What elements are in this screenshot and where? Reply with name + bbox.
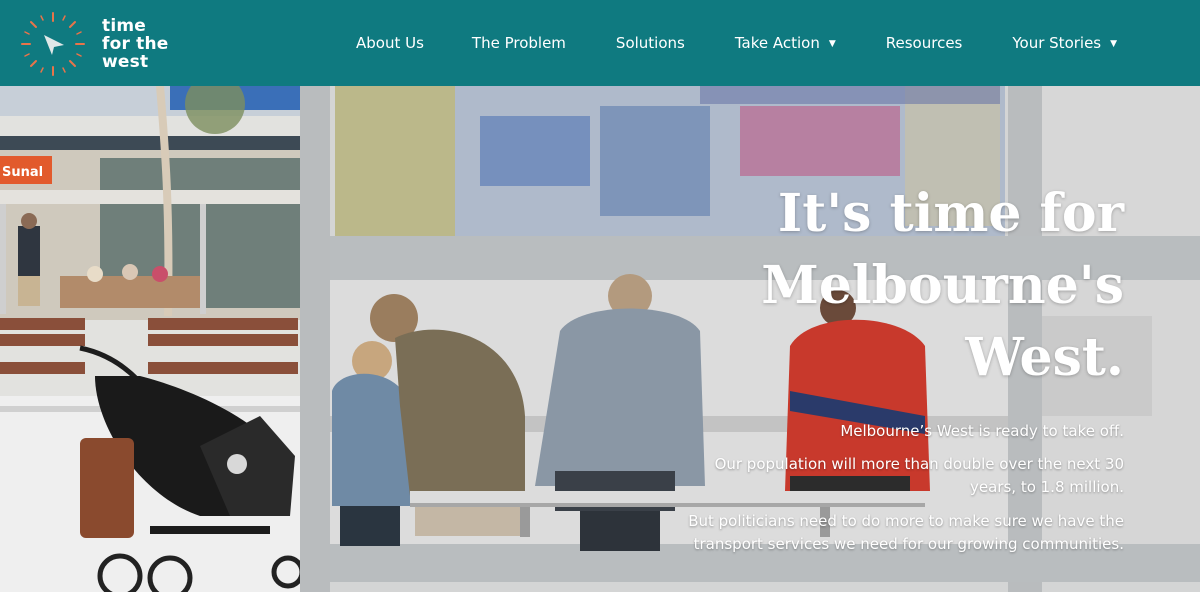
main-nav: About Us The Problem Solutions Take Acti…: [356, 0, 1117, 86]
brand-name-line-1: time: [102, 16, 146, 36]
nav-your-stories[interactable]: Your Stories ▼: [1012, 34, 1117, 52]
chevron-down-icon: ▼: [828, 38, 836, 49]
hero-headline: It's time for Melbourne's West.: [761, 178, 1124, 394]
nav-the-problem[interactable]: The Problem: [472, 34, 566, 52]
hero-paragraph-2: Our population will more than double ove…: [714, 455, 1124, 496]
shop-sign-text: Sunal: [2, 165, 43, 180]
compass-clock-icon: [21, 12, 85, 76]
site-logo[interactable]: time for the west: [18, 9, 169, 79]
brand-name: time for the west: [102, 17, 169, 71]
nav-solutions-label: Solutions: [615, 34, 685, 52]
nav-take-action[interactable]: Take Action ▼: [735, 34, 836, 52]
hero-headline-line-3: West.: [965, 327, 1124, 388]
hero-headline-line-2: Melbourne's: [761, 255, 1124, 316]
nav-take-action-label: Take Action: [734, 34, 820, 52]
chevron-down-icon: ▼: [1110, 38, 1118, 49]
nav-about-us[interactable]: About Us: [356, 34, 424, 52]
nav-resources[interactable]: Resources: [886, 34, 963, 52]
nav-resources-label: Resources: [885, 34, 963, 52]
hero-headline-line-1: It's time for: [777, 183, 1124, 244]
nav-about-us-label: About Us: [356, 34, 424, 52]
nav-your-stories-label: Your Stories: [1012, 34, 1102, 52]
nav-the-problem-label: The Problem: [471, 34, 566, 52]
hero-section: Sunal It's time for Melbourne's West. Me…: [0, 86, 1200, 592]
hero-paragraph-3: But politicians need to do more to make …: [688, 512, 1124, 553]
brand-name-line-3: west: [102, 52, 149, 72]
nav-solutions[interactable]: Solutions: [616, 34, 685, 52]
brand-name-line-2: for the: [102, 34, 169, 54]
site-header: time for the west About Us The Problem S…: [0, 0, 1200, 86]
hero-paragraph-1: Melbourne’s West is ready to take off.: [840, 422, 1124, 440]
handbag: [80, 438, 134, 538]
